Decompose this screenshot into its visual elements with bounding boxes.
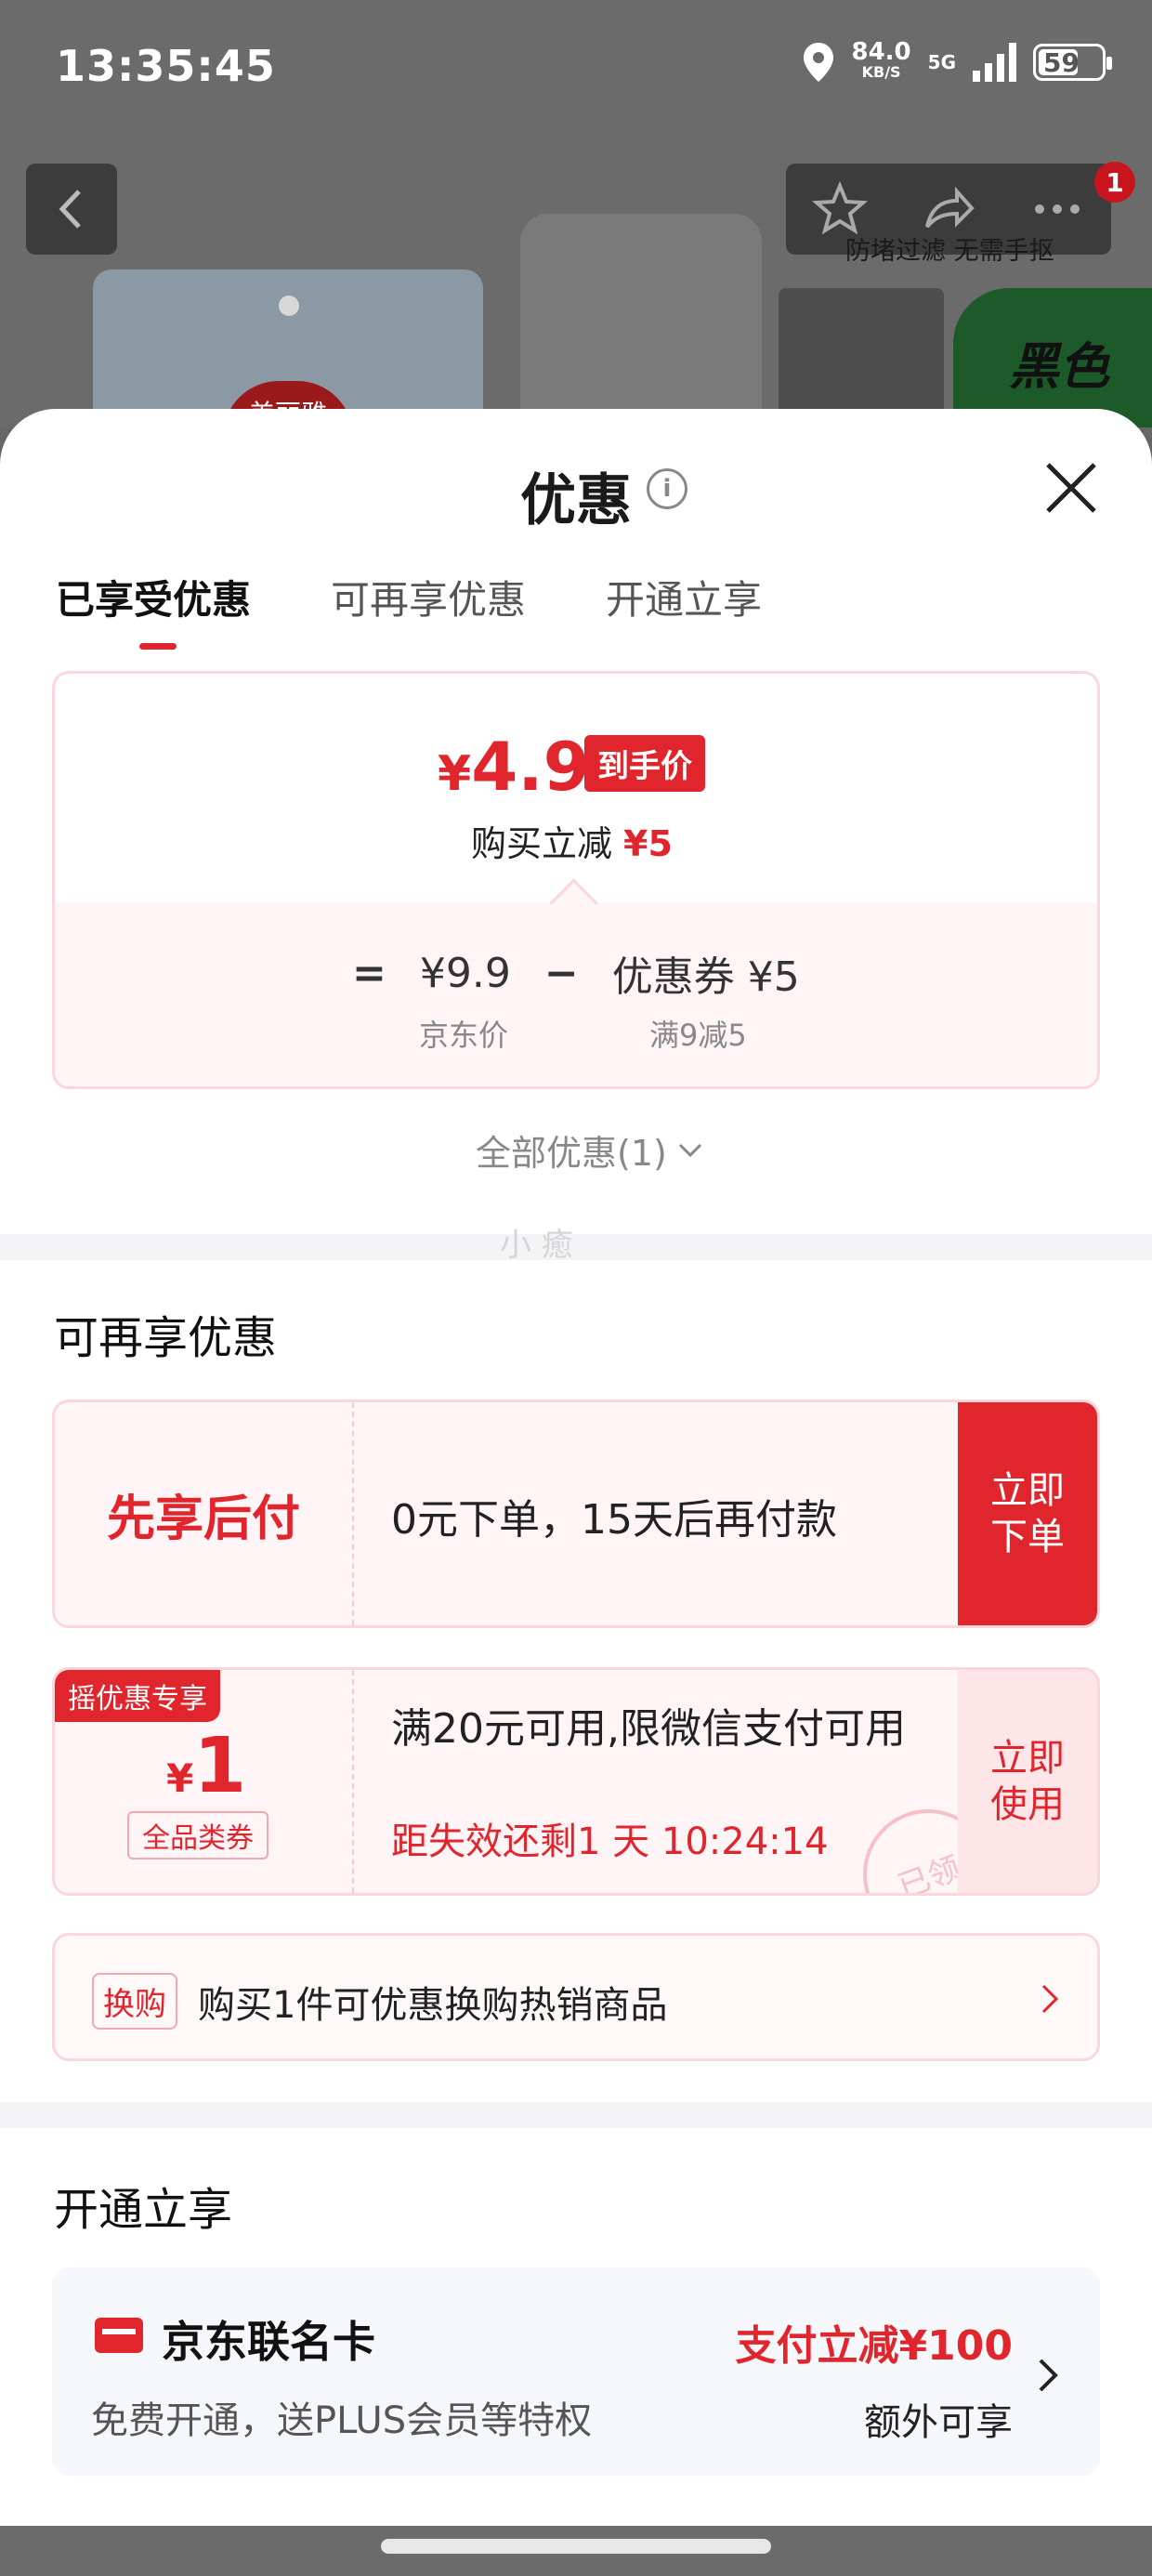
chevron-down-icon [678,1143,701,1157]
final-price: ¥4.9 [438,728,590,806]
sheet-title: 优惠 [520,468,632,533]
final-price-currency: ¥ [438,746,472,802]
price-formula: = ¥9.9 − 优惠券 ¥5 [352,943,800,1003]
signal-icon [973,43,1016,82]
product-image: 美丽雅 [93,269,483,427]
section-title-open: 开通立享 [54,2184,233,2236]
card-benefits: 免费开通，送PLUS会员等特权 [91,2399,593,2442]
product-thumbnail [779,288,944,427]
coupon-currency: ¥ [166,1755,194,1801]
product-page-backdrop[interactable]: 美丽雅 黑色 1 防堵过滤 无需手抠 13:35:45 84.0KB/S 5G … [0,0,1152,427]
share-icon[interactable] [920,180,977,238]
discount-tabs: 已享受优惠 可再享优惠 开通立享 [56,569,762,650]
coupon-desc: 满20元可用,限微信支付可用 [391,1705,906,1753]
status-time: 13:35:45 [56,41,276,91]
coupon-rule: 满9减5 [649,1018,747,1053]
status-bar: 13:35:45 84.0 KB/S 5G 59 [0,0,1152,139]
chevron-right-icon [1041,1984,1059,2014]
coupon-amount-value: 1 [193,1722,247,1810]
coupon-amount: ¥1 [166,1722,246,1810]
coupon-deduction: 优惠券 ¥5 [611,953,800,1001]
home-indicator[interactable] [381,2539,771,2554]
battery-icon: 59 [1033,44,1112,81]
star-icon[interactable] [811,180,869,238]
exchange-tag: 换购 [92,1973,177,2030]
product-caption: 防堵过滤 无需手抠 [845,237,1054,266]
coupon-ribbon: 摇优惠专享 [55,1670,220,1722]
final-price-tag: 到手价 [584,735,705,792]
card-name: 京东联名卡 [162,2317,375,2367]
close-icon[interactable] [1042,459,1100,517]
price-breakdown: = ¥9.9 − 优惠券 ¥5 京东价 满9减5 [55,902,1097,1086]
purchase-reduction: 购买立减 ¥5 [471,815,673,866]
pay-later-desc: 0元下单，15天后再付款 [391,1496,837,1544]
thumbnail-promo-text: 黑色 [1009,337,1109,396]
discount-sheet: 优惠 i 已享受优惠 可再享优惠 开通立享 ¥4.9 到手价 购买立减 ¥5 = … [0,409,1152,2528]
chevron-right-icon [1039,2359,1058,2392]
product-thumbnail-promo: 黑色 [953,288,1152,427]
order-now-button[interactable]: 立即 下单 [958,1402,1097,1625]
watermark: 小 癒 [500,1227,573,1264]
credit-card-icon [95,2318,143,2353]
tab-more-available[interactable]: 可再享优惠 [331,569,526,650]
info-icon[interactable]: i [647,468,687,509]
all-discounts-label: 全部优惠(1) [476,1133,667,1174]
use-now-line1: 立即 [990,1737,1065,1780]
jd-price: ¥9.9 [419,949,511,997]
pay-later-card[interactable]: 先享后付 0元下单，15天后再付款 立即 下单 [52,1400,1100,1628]
location-icon [802,41,835,84]
use-now-line2: 使用 [990,1783,1065,1826]
coupon-scope: 全品类券 [127,1811,268,1860]
exchange-text: 购买1件可优惠换购热销商品 [198,1984,668,2027]
coupon-value-area: 摇优惠专享 ¥1 全品类券 [55,1670,354,1893]
chevron-left-icon [59,190,81,229]
tab-open-to-enjoy[interactable]: 开通立享 [606,569,762,650]
back-button[interactable] [26,164,117,255]
card-promo: 支付立减¥100 [735,2322,1013,2370]
reduction-label: 购买立减 [471,823,613,864]
card-promo-sub: 额外可享 [864,2401,1013,2444]
minus-sign: − [543,949,579,997]
coupon-card[interactable]: 摇优惠专享 ¥1 全品类券 满20元可用,限微信支付可用 距失效还剩1 天 10… [52,1667,1100,1896]
coupon-countdown: 距失效还剩1 天 10:24:14 [391,1820,829,1863]
hand-image [520,214,762,427]
order-now-line1: 立即 [990,1469,1065,1512]
section-divider [0,2102,1152,2128]
final-price-card: ¥4.9 到手价 购买立减 ¥5 = ¥9.9 − 优惠券 ¥5 京东价 满9减5 [52,671,1100,1089]
equals-sign: = [352,949,386,997]
pay-later-label: 先享后付 [55,1402,354,1625]
network-type: 5G [927,51,956,73]
jd-price-label: 京东价 [419,1018,509,1053]
more-icon[interactable] [1028,180,1086,238]
final-price-value: 4.9 [471,728,590,806]
order-now-line2: 下单 [990,1516,1065,1558]
notification-badge: 1 [1094,162,1135,203]
exchange-offer-row[interactable]: 换购 购买1件可优惠换购热销商品 [52,1933,1100,2061]
reduction-amount: ¥5 [623,823,673,864]
all-discounts-toggle[interactable]: 全部优惠(1) [476,1124,704,1176]
section-divider [0,1234,1152,1260]
use-now-button[interactable]: 立即 使用 [958,1670,1097,1893]
status-icons: 84.0 KB/S 5G 59 [802,40,1112,84]
co-branded-card-row[interactable]: 京东联名卡 免费开通，送PLUS会员等特权 支付立减¥100 额外可享 [52,2267,1100,2476]
network-speed: 84.0 KB/S [852,40,911,83]
section-title-more: 可再享优惠 [54,1312,278,1364]
tab-enjoyed[interactable]: 已享受优惠 [56,569,251,650]
package-hole [279,296,299,316]
sheet-header: 优惠 i [0,409,1152,539]
battery-level: 59 [1043,46,1080,78]
